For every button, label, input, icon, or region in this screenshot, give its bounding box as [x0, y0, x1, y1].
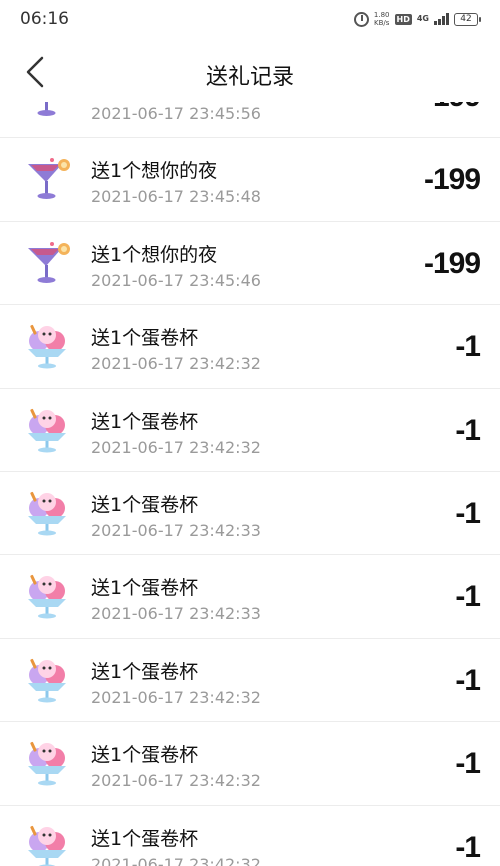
ice-cream-cup-icon [22, 488, 74, 540]
gift-record-row[interactable]: 送1个蛋卷杯 2021-06-17 23:42:33 -1 [0, 555, 500, 639]
gift-amount: -1 [455, 413, 481, 447]
gift-name: 送1个想你的夜 [91, 160, 218, 183]
cocktail-glass-icon [22, 154, 74, 206]
status-bar: 06:16 1.80 KB/s HD 4G 42 [0, 0, 500, 40]
gift-record-row[interactable]: 送1个想你的夜 2021-06-17 23:45:56 -199 [0, 102, 500, 139]
gift-amount: -199 [423, 246, 481, 280]
gift-amount: -199 [423, 163, 481, 197]
gift-name: 送1个蛋卷杯 [91, 577, 199, 600]
signal-icon [434, 13, 449, 25]
gift-record-row[interactable]: 送1个蛋卷杯 2021-06-17 23:42:32 -1 [0, 389, 500, 472]
gift-amount: -199 [424, 102, 481, 114]
hd-icon: HD [394, 13, 412, 25]
network-speed-value: 1.80 [373, 11, 390, 19]
ice-cream-cup-icon [22, 321, 74, 373]
gift-record-row[interactable]: 送1个蛋卷杯 2021-06-17 23:42:32 -1 [0, 722, 500, 806]
network-speed: 1.80 KB/s [374, 11, 390, 27]
cocktail-glass-icon [22, 238, 74, 290]
network-speed-unit: KB/s [374, 19, 390, 27]
ice-cream-cup-icon [22, 655, 74, 707]
gift-record-row[interactable]: 送1个想你的夜 2021-06-17 23:45:48 -199 [0, 138, 500, 222]
gift-time: 2021-06-17 23:45:48 [91, 187, 261, 207]
gift-time: 2021-06-17 23:45:46 [91, 270, 261, 290]
gift-record-list[interactable]: 送1个想你的夜 2021-06-17 23:45:56 -199 送1个想你的夜… [0, 102, 500, 866]
ice-cream-cup-icon [22, 571, 74, 623]
gift-amount: -1 [455, 830, 481, 864]
gift-amount: -1 [455, 496, 481, 530]
cocktail-glass-icon [22, 102, 74, 123]
gift-time: 2021-06-17 23:45:56 [91, 104, 261, 123]
gift-time: 2021-06-17 23:42:32 [91, 437, 261, 457]
gift-name: 送1个蛋卷杯 [91, 660, 199, 683]
nav-bar: 送礼记录 [0, 40, 500, 102]
gift-record-row[interactable]: 送1个蛋卷杯 2021-06-17 23:42:32 -1 [0, 305, 500, 389]
gift-amount: -1 [455, 330, 481, 364]
gift-name: 送1个想你的夜 [91, 243, 218, 266]
gift-name: 送1个蛋卷杯 [91, 493, 199, 516]
alarm-icon [353, 11, 369, 27]
gift-time: 2021-06-17 23:42:32 [91, 854, 261, 866]
gift-name: 送1个蛋卷杯 [91, 327, 199, 350]
ice-cream-cup-icon [22, 405, 74, 457]
gift-amount: -1 [455, 747, 481, 781]
gift-time: 2021-06-17 23:42:32 [91, 687, 261, 707]
gift-time: 2021-06-17 23:42:32 [91, 354, 261, 374]
gift-record-row[interactable]: 送1个蛋卷杯 2021-06-17 23:42:32 -1 [0, 639, 500, 723]
gift-name: 送1个蛋卷杯 [91, 744, 199, 767]
gift-record-row[interactable]: 送1个想你的夜 2021-06-17 23:45:46 -199 [0, 222, 500, 306]
ice-cream-cup-icon [22, 822, 74, 866]
ice-cream-cup-icon [22, 738, 74, 790]
battery-icon: 42 [454, 12, 481, 26]
gift-name: 送1个蛋卷杯 [91, 827, 199, 850]
gift-name: 送1个蛋卷杯 [91, 410, 199, 433]
gift-time: 2021-06-17 23:42:32 [91, 771, 261, 791]
page-title: 送礼记录 [205, 65, 294, 90]
status-icons: 1.80 KB/s HD 4G 42 [353, 11, 481, 27]
gift-record-row[interactable]: 送1个蛋卷杯 2021-06-17 23:42:32 -1 [0, 806, 500, 866]
gift-amount: -1 [455, 580, 481, 614]
gift-amount: -1 [455, 663, 481, 697]
status-time: 06:16 [20, 9, 69, 29]
gift-time: 2021-06-17 23:42:33 [91, 604, 261, 624]
gift-time: 2021-06-17 23:42:33 [91, 520, 261, 540]
gift-record-row[interactable]: 送1个蛋卷杯 2021-06-17 23:42:33 -1 [0, 472, 500, 556]
network-type: 4G [416, 14, 429, 23]
